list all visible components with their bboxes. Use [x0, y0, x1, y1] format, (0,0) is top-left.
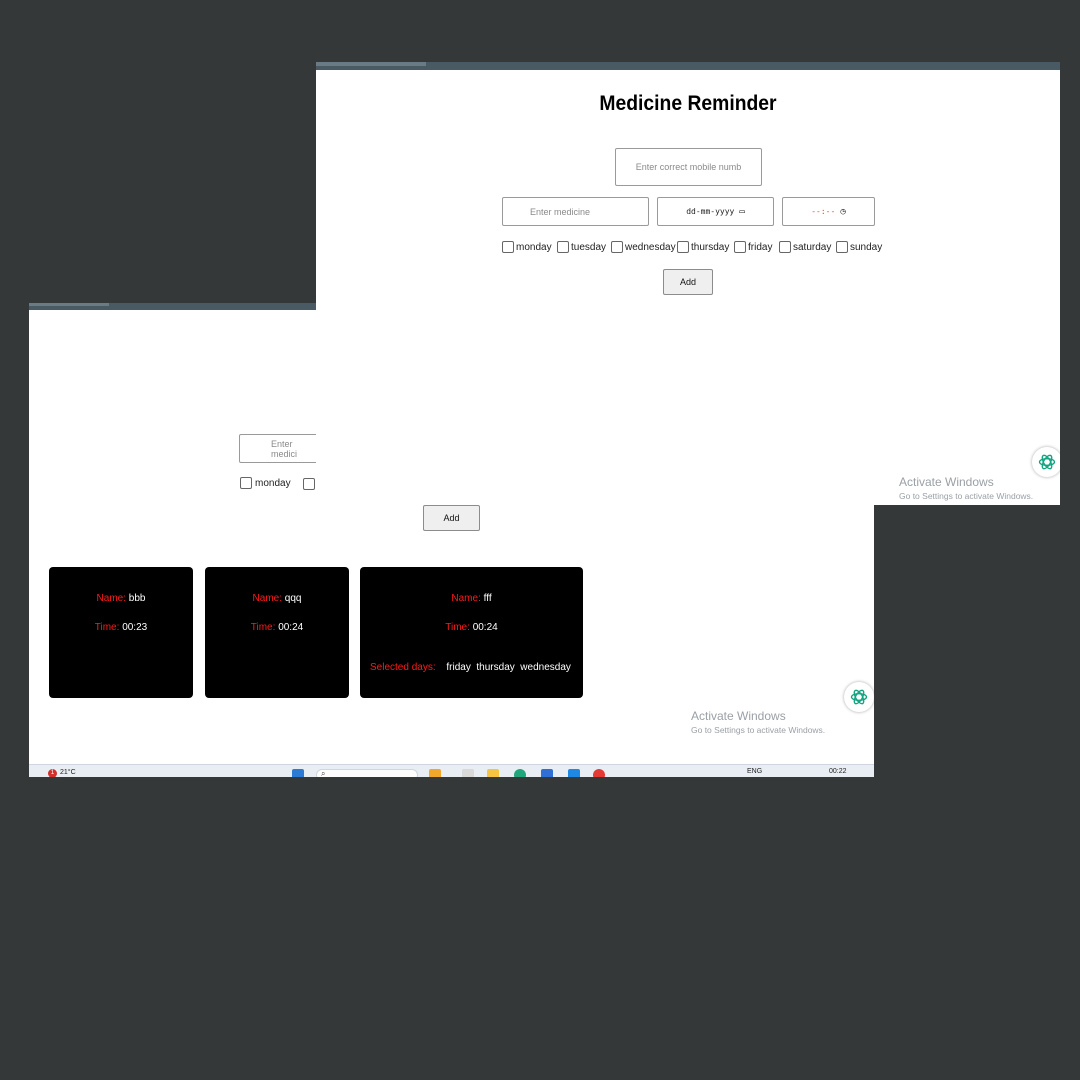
- medicine-name: fff: [483, 593, 492, 604]
- clock-icon[interactable]: ◷: [840, 207, 845, 217]
- vscode-icon[interactable]: [568, 769, 580, 777]
- day-checkbox-sunday[interactable]: sunday: [836, 241, 882, 253]
- day-label: tuesday: [571, 241, 607, 253]
- activate-windows-watermark: Activate Windows Go to Settings to activ…: [899, 475, 1033, 501]
- day-label: sunday: [850, 241, 883, 253]
- date-input[interactable]: dd-mm-yyyy ▭: [657, 197, 774, 226]
- checkbox[interactable]: [303, 478, 315, 490]
- checkbox[interactable]: [734, 241, 746, 253]
- reminder-time: 00:24: [278, 622, 304, 633]
- card-time-row: Time: 00:24: [360, 622, 583, 633]
- reminder-card: Name: bbb Time: 00:23: [49, 567, 193, 698]
- time-label: Time:: [94, 622, 120, 633]
- name-label: Name:: [252, 593, 282, 604]
- add-button-label: Add: [679, 277, 696, 287]
- language-indicator[interactable]: ENG: [747, 768, 762, 775]
- selected-days: friday thursday wednesday: [446, 662, 571, 673]
- date-input-placeholder: dd-mm-yyyy: [686, 207, 735, 216]
- activate-subtitle: Go to Settings to activate Windows.: [899, 491, 1034, 501]
- reminder-card: Name: qqq Time: 00:24: [205, 567, 349, 698]
- widgets-icon[interactable]: [429, 769, 441, 777]
- chatgpt-extension-button[interactable]: [844, 682, 874, 712]
- taskbar-search-box[interactable]: ⌕: [316, 769, 418, 777]
- edge-browser-icon[interactable]: [514, 769, 526, 777]
- reminder-time: 00:23: [122, 622, 148, 633]
- chatgpt-extension-button[interactable]: [1032, 447, 1060, 477]
- time-label: Time:: [445, 622, 470, 633]
- name-label: Name:: [96, 593, 126, 604]
- day-checkbox-monday[interactable]: monday: [240, 477, 291, 489]
- activate-windows-watermark: Activate Windows Go to Settings to activ…: [691, 709, 825, 735]
- day-label: saturday: [793, 241, 832, 253]
- medicine-name: bbb: [128, 593, 146, 604]
- store-icon[interactable]: [541, 769, 553, 777]
- front-screenshot: Medicine Reminder Enter correct mobile n…: [316, 62, 1060, 505]
- checkbox[interactable]: [240, 477, 252, 489]
- day-checkbox-friday[interactable]: friday: [734, 241, 772, 253]
- card-time-row: Time: 00:23: [49, 622, 193, 633]
- reminder-time: 00:24: [472, 622, 498, 633]
- mobile-number-input[interactable]: Enter correct mobile numb: [615, 148, 762, 186]
- day-checkbox-tuesday[interactable]: [303, 477, 315, 495]
- calendar-icon[interactable]: ▭: [739, 207, 744, 217]
- activate-subtitle: Go to Settings to activate Windows.: [691, 725, 826, 735]
- activate-title: Activate Windows: [691, 709, 786, 723]
- day-checkbox-monday[interactable]: monday: [502, 241, 552, 253]
- checkbox[interactable]: [677, 241, 689, 253]
- browser-tab[interactable]: [316, 62, 426, 66]
- window-top-bar: [316, 62, 1060, 70]
- day-checkbox-wednesday[interactable]: wednesday: [611, 241, 676, 253]
- weather-temperature[interactable]: 21°C: [60, 769, 76, 776]
- medicine-name: qqq: [284, 593, 302, 604]
- checkbox[interactable]: [779, 241, 791, 253]
- day-label: friday: [748, 241, 773, 253]
- checkbox[interactable]: [557, 241, 569, 253]
- windows-start-icon[interactable]: [292, 769, 304, 777]
- day-label: monday: [516, 241, 552, 253]
- day-checkbox-tuesday[interactable]: tuesday: [557, 241, 606, 253]
- checkbox[interactable]: [611, 241, 623, 253]
- medicine-input[interactable]: Enter medici: [239, 434, 319, 463]
- windows-taskbar: 1 21°C ⌕ ENG 00:22: [29, 764, 874, 777]
- chrome-icon[interactable]: [593, 769, 605, 777]
- page-title: Medicine Reminder: [599, 92, 777, 115]
- name-label: Name:: [451, 593, 481, 604]
- card-name-row: Name: fff: [360, 593, 583, 604]
- day-checkbox-saturday[interactable]: saturday: [779, 241, 831, 253]
- medicine-input-placeholder: Enter medici: [271, 438, 298, 459]
- time-input-placeholder: --:--: [811, 207, 836, 216]
- add-button[interactable]: Add: [663, 269, 713, 295]
- checkbox[interactable]: [502, 241, 514, 253]
- weather-badge: 1: [48, 769, 57, 777]
- browser-tab[interactable]: [29, 303, 109, 306]
- folder-icon[interactable]: [487, 769, 499, 777]
- medicine-input-placeholder: Enter medicine: [530, 206, 591, 217]
- mobile-input-placeholder: Enter correct mobile numb: [635, 162, 742, 172]
- taskbar-clock[interactable]: 00:22: [829, 768, 847, 775]
- reminder-card: Name: fff Time: 00:24 Selected days: fri…: [360, 567, 583, 698]
- checkbox[interactable]: [836, 241, 848, 253]
- card-name-row: Name: bbb: [49, 593, 193, 604]
- add-button-label: Add: [443, 513, 460, 523]
- card-name-row: Name: qqq: [205, 593, 349, 604]
- card-days-row: Selected days: friday thursday wednesday: [370, 662, 593, 673]
- day-label: wednesday: [625, 241, 676, 253]
- file-icon[interactable]: [462, 769, 474, 777]
- chatgpt-icon: [850, 689, 868, 705]
- activate-title: Activate Windows: [899, 475, 994, 489]
- time-label: Time:: [250, 622, 276, 633]
- search-icon: ⌕: [321, 769, 326, 777]
- time-input[interactable]: --:-- ◷: [782, 197, 875, 226]
- card-time-row: Time: 00:24: [205, 622, 349, 633]
- day-label: thursday: [691, 241, 730, 253]
- day-label: monday: [255, 477, 291, 489]
- day-checkbox-thursday[interactable]: thursday: [677, 241, 729, 253]
- selected-days-label: Selected days:: [370, 662, 436, 673]
- chatgpt-icon: [1038, 454, 1056, 470]
- add-button[interactable]: Add: [423, 505, 480, 531]
- medicine-input[interactable]: Enter medicine: [502, 197, 649, 226]
